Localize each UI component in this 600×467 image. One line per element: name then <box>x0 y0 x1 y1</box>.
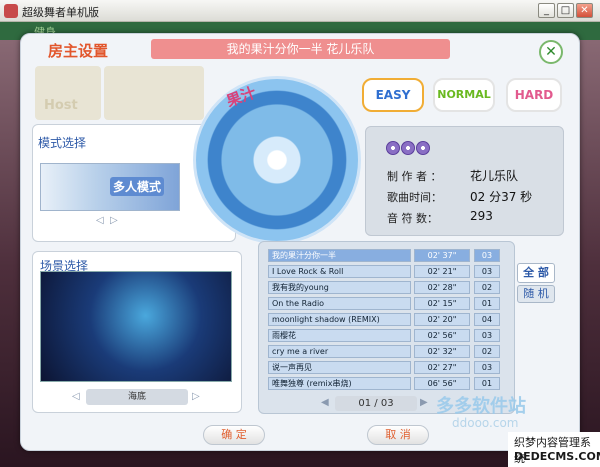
song-title: 唯舞独尊 (remix串烧) <box>268 377 411 390</box>
song-disc-image <box>193 76 361 244</box>
filter-all-button[interactable]: 全 部 <box>517 263 555 283</box>
song-row[interactable]: 唯舞独尊 (remix串烧) 06' 56" 01 <box>268 377 501 390</box>
maximize-button[interactable]: □ <box>557 3 574 18</box>
song-title: 说一声再见 <box>268 361 411 374</box>
notes-label: 音 符 数： <box>387 212 438 225</box>
duration-value: 02 分37 秒 <box>470 190 533 204</box>
page-indicator: 01 / 03 <box>335 396 417 411</box>
song-row[interactable]: 我有我的young 02' 28" 02 <box>268 281 501 294</box>
song-duration: 02' 27" <box>414 361 470 374</box>
watermark-text-2: DEDECMS.COM <box>514 450 600 463</box>
window-close-button[interactable]: ✕ <box>576 3 593 18</box>
disc-icon <box>401 141 415 155</box>
scene-prev-arrow-icon[interactable]: ◁ <box>72 391 80 402</box>
difficulty-easy-button[interactable]: EASY <box>362 78 424 112</box>
confirm-button[interactable]: 确 定 <box>203 425 265 445</box>
duration-label: 歌曲时间： <box>387 191 442 204</box>
page-prev-arrow-icon[interactable]: ◀ <box>321 397 329 408</box>
watermark-logo: 多多软件站 <box>436 396 526 417</box>
scene-next-arrow-icon[interactable]: ▷ <box>192 391 200 402</box>
producer-value: 花儿乐队 <box>470 169 519 183</box>
song-title: moonlight shadow (REMIX) <box>268 313 411 326</box>
producer-label: 制 作 者 ： <box>387 170 442 183</box>
host-label: Host <box>44 98 78 113</box>
song-level: 04 <box>474 313 500 326</box>
song-duration: 02' 15" <box>414 297 470 310</box>
song-level: 03 <box>474 329 500 342</box>
song-row[interactable]: cry me a river 02' 32" 02 <box>268 345 501 358</box>
song-row[interactable]: I Love Rock & Roll 02' 21" 03 <box>268 265 501 278</box>
app-icon <box>4 4 18 18</box>
difficulty-normal-button[interactable]: NORMAL <box>433 78 495 112</box>
song-level: 03 <box>474 249 500 262</box>
mode-preview-label: 多人模式 <box>110 177 165 196</box>
song-duration: 06' 56" <box>414 377 470 390</box>
song-level: 01 <box>474 377 500 390</box>
scene-preview-image <box>40 271 232 382</box>
cancel-button[interactable]: 取 消 <box>367 425 429 445</box>
dialog-title: 房主设置 <box>48 42 109 60</box>
song-level: 01 <box>474 297 500 310</box>
song-row[interactable]: 我的果汁分你一半 02' 37" 03 <box>268 249 501 262</box>
song-level: 02 <box>474 345 500 358</box>
mode-prev-arrow-icon[interactable]: ◁ <box>96 215 104 226</box>
song-title: 我的果汁分你一半 <box>268 249 411 262</box>
song-duration: 02' 20" <box>414 313 470 326</box>
song-row[interactable]: 雨樱花 02' 56" 03 <box>268 329 501 342</box>
disc-icon <box>386 141 400 155</box>
window-title: 超级舞者单机版 <box>22 6 99 19</box>
scene-name: 海底 <box>86 389 188 405</box>
song-duration: 02' 32" <box>414 345 470 358</box>
song-duration: 02' 56" <box>414 329 470 342</box>
song-level: 02 <box>474 281 500 294</box>
song-title: 雨樱花 <box>268 329 411 342</box>
difficulty-disc-icons <box>386 140 431 159</box>
song-title: 我有我的young <box>268 281 411 294</box>
song-duration: 02' 37" <box>414 249 470 262</box>
current-song-bar: 我的果汁分你一半 花儿乐队 <box>151 39 450 59</box>
song-duration: 02' 21" <box>414 265 470 278</box>
notes-value: 293 <box>470 209 493 223</box>
watermark-url: ddooo.com <box>452 416 519 430</box>
player-slot-tile <box>104 66 204 120</box>
song-row[interactable]: moonlight shadow (REMIX) 02' 20" 04 <box>268 313 501 326</box>
song-duration: 02' 28" <box>414 281 470 294</box>
song-title: cry me a river <box>268 345 411 358</box>
song-row[interactable]: 说一声再见 02' 27" 03 <box>268 361 501 374</box>
disc-icon <box>416 141 430 155</box>
mode-select-heading: 模式选择 <box>38 136 87 150</box>
minimize-button[interactable]: _ <box>538 3 555 18</box>
filter-random-button[interactable]: 随 机 <box>517 285 555 303</box>
mode-next-arrow-icon[interactable]: ▷ <box>110 215 118 226</box>
song-level: 03 <box>474 361 500 374</box>
song-row[interactable]: On the Radio 02' 15" 01 <box>268 297 501 310</box>
song-title: On the Radio <box>268 297 411 310</box>
page-next-arrow-icon[interactable]: ▶ <box>420 397 428 408</box>
song-title: I Love Rock & Roll <box>268 265 411 278</box>
dialog-close-button[interactable]: ✕ <box>539 40 563 64</box>
song-level: 03 <box>474 265 500 278</box>
difficulty-hard-button[interactable]: HARD <box>506 78 562 112</box>
